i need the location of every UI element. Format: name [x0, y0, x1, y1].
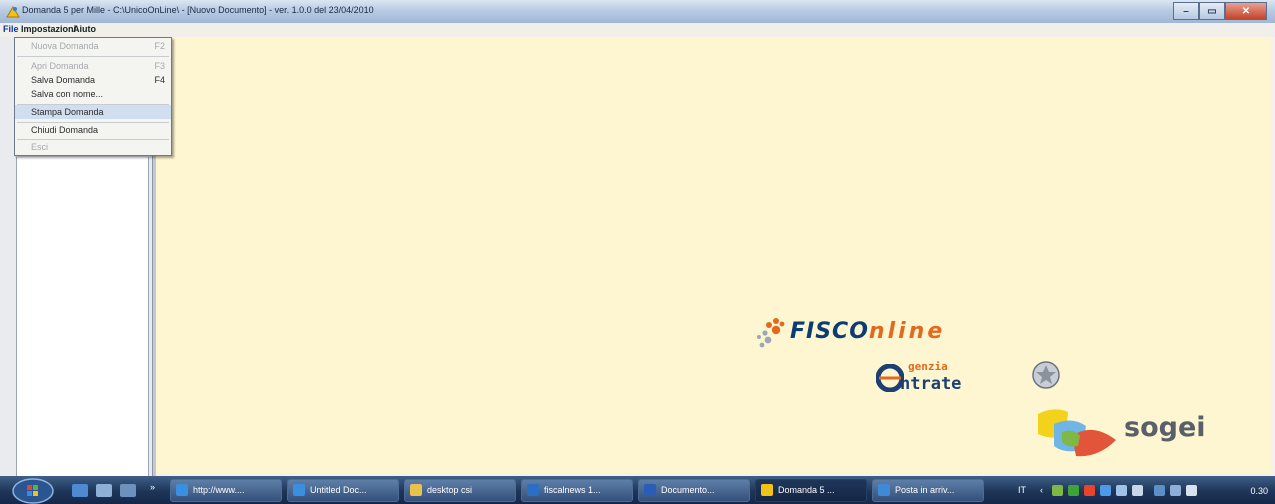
taskbar-button-label: fiscalnews 1...	[544, 485, 601, 495]
start-button[interactable]	[10, 477, 56, 504]
fisconline-logo-text-2: nline	[868, 319, 946, 344]
taskbar-button-folder[interactable]: desktop csi	[404, 479, 516, 502]
tray-network-icon[interactable]	[1052, 485, 1063, 496]
menu-file[interactable]: File	[3, 24, 19, 34]
fisconline-logo-text-1: FISCO	[790, 319, 869, 344]
menu-item-label: Nuova Domanda	[31, 41, 99, 51]
tray-display-icon[interactable]	[1132, 485, 1143, 496]
window-controls: – ▭ ✕	[1173, 2, 1267, 20]
navigation-tree[interactable]	[16, 157, 149, 477]
sogei-mark-icon	[1038, 409, 1116, 457]
menu-separator	[17, 56, 169, 57]
taskbar-button-label: Untitled Doc...	[310, 485, 367, 495]
quicklaunch-outlook-icon[interactable]	[72, 484, 88, 497]
taskbar-button-label: Posta in arriv...	[895, 485, 955, 495]
word-icon	[644, 484, 656, 496]
tray-monitor-icon[interactable]	[1170, 485, 1181, 496]
tray-expand-icon[interactable]: ‹	[1040, 485, 1043, 495]
taskbar-button-mail[interactable]: Posta in arriv...	[872, 479, 984, 502]
tray-update-icon[interactable]	[1100, 485, 1111, 496]
taskbar-button-outlook[interactable]: fiscalnews 1...	[521, 479, 633, 502]
entrate-logo-text: ntrate	[900, 374, 962, 394]
taskbar-button-domanda[interactable]: Domanda 5 ...	[755, 479, 867, 502]
menu-item-label: Stampa Domanda	[31, 107, 104, 117]
tray-sync-icon[interactable]	[1116, 485, 1127, 496]
menu-item-shortcut: F2	[154, 41, 165, 51]
menu-item-shortcut: F4	[154, 75, 165, 85]
menu-item-label: Chiudi Domanda	[31, 125, 99, 135]
volume-icon[interactable]	[1186, 485, 1197, 496]
menu-item-stampa-domanda[interactable]: Stampa Domanda	[15, 105, 171, 119]
outlook-icon	[527, 484, 539, 496]
taskbar-button-label: Domanda 5 ...	[778, 485, 835, 495]
menu-item-chiudi-domanda[interactable]: Chiudi Domanda	[15, 123, 171, 137]
minimize-button[interactable]: –	[1173, 2, 1199, 20]
menu-item-label: Salva con nome...	[31, 89, 104, 99]
menu-item-salva-con-nome[interactable]: Salva con nome...	[15, 87, 171, 101]
menu-item-shortcut: F3	[154, 61, 165, 71]
ie-icon	[293, 484, 305, 496]
close-button[interactable]: ✕	[1225, 2, 1267, 20]
menu-item-label: Esci	[31, 142, 49, 152]
fisconline-dots-icon	[757, 318, 785, 348]
system-tray: IT ‹ 0.30	[1018, 479, 1273, 501]
taskbar-button-browser-2[interactable]: Untitled Doc...	[287, 479, 399, 502]
mail-icon	[878, 484, 890, 496]
quicklaunch-explorer-icon[interactable]	[120, 484, 136, 497]
republic-seal-icon	[1032, 361, 1060, 389]
tray-antivirus-icon[interactable]	[1084, 485, 1095, 496]
file-menu-dropdown: Nuova Domanda F2 Apri Domanda F3 Salva D…	[14, 37, 172, 156]
quicklaunch-more-icon[interactable]: »	[150, 482, 155, 492]
maximize-button[interactable]: ▭	[1199, 2, 1225, 20]
menu-item-label: Apri Domanda	[31, 61, 89, 71]
menu-item-nuova-domanda[interactable]: Nuova Domanda F2	[15, 39, 171, 53]
menu-item-esci[interactable]: Esci	[15, 140, 171, 154]
menu-bar: File Impostazioni Aiuto	[0, 23, 1275, 37]
app-icon	[6, 6, 20, 18]
taskbar-button-label: http://www....	[193, 485, 245, 495]
tray-security-icon[interactable]	[1068, 485, 1079, 496]
menu-item-label: Salva Domanda	[31, 75, 96, 85]
sogei-logo-text: sogei	[1124, 412, 1206, 443]
app-icon	[761, 484, 773, 496]
agenzia-entrate-logo: genzia ntrate	[876, 358, 1066, 398]
window-title: Domanda 5 per Mille - C:\UnicoOnLine\ - …	[22, 5, 374, 15]
title-bar[interactable]: Domanda 5 per Mille - C:\UnicoOnLine\ - …	[0, 0, 1275, 24]
clock[interactable]: 0.30	[1250, 486, 1268, 496]
menu-item-salva-domanda[interactable]: Salva Domanda F4	[15, 73, 171, 87]
ie-icon	[176, 484, 188, 496]
fisconline-logo: FISCOnline	[754, 315, 1004, 355]
app-window: Domanda 5 per Mille - C:\UnicoOnLine\ - …	[0, 0, 1275, 477]
taskbar-button-word[interactable]: Documento...	[638, 479, 750, 502]
taskbar: » http://www.... Untitled Doc... desktop…	[0, 476, 1275, 504]
menu-help[interactable]: Aiuto	[73, 24, 96, 34]
folder-icon	[410, 484, 422, 496]
quicklaunch-desktop-icon[interactable]	[96, 484, 112, 497]
taskbar-button-label: Documento...	[661, 485, 715, 495]
menu-item-apri-domanda[interactable]: Apri Domanda F3	[15, 59, 171, 73]
agenzia-logo-text: genzia	[908, 360, 948, 373]
tray-bluetooth-icon[interactable]	[1154, 485, 1165, 496]
taskbar-button-label: desktop csi	[427, 485, 473, 495]
language-indicator[interactable]: IT	[1018, 485, 1026, 495]
sogei-logo: sogei	[1032, 406, 1232, 462]
taskbar-button-browser-1[interactable]: http://www....	[170, 479, 282, 502]
menu-settings[interactable]: Impostazioni	[21, 24, 76, 34]
